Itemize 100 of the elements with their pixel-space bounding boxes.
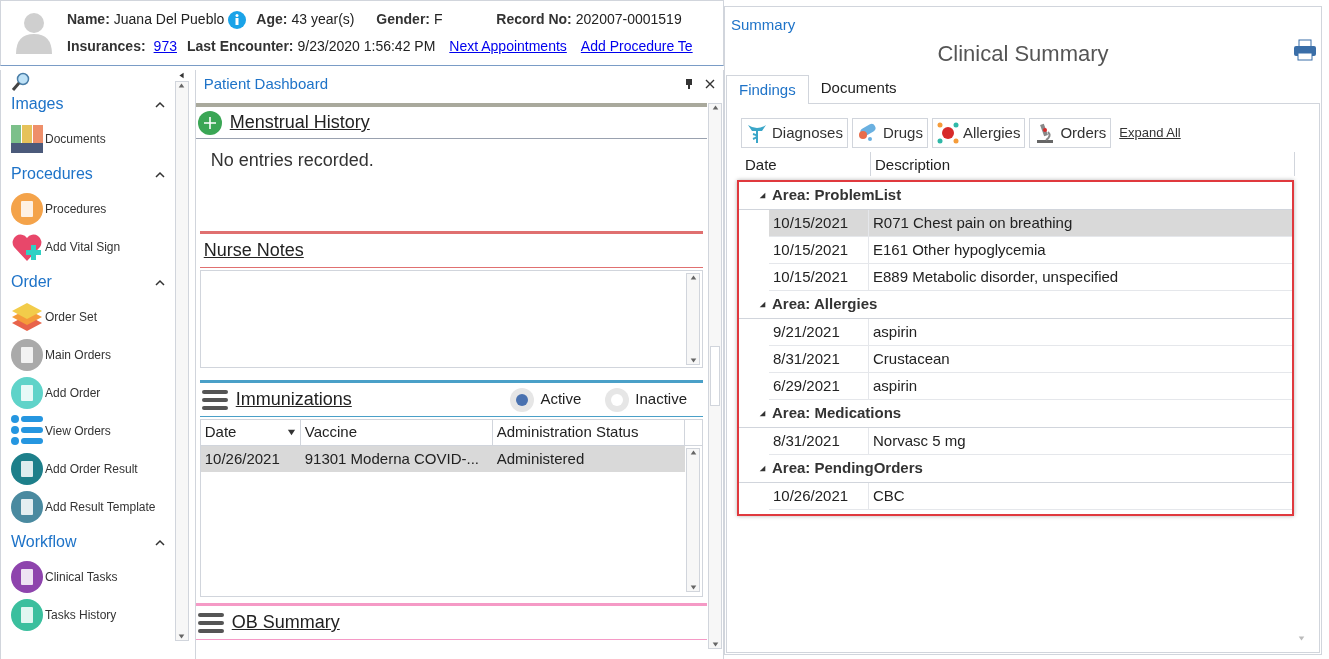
sidebar-item[interactable]: Main Orders: [45, 346, 112, 364]
table-cell-text: E889 Metabolic disorder, unspecified: [872, 266, 1120, 287]
column-header[interactable]: Administration Status: [496, 421, 639, 444]
scrollbar[interactable]: [708, 103, 722, 649]
collapse-icon[interactable]: [154, 100, 165, 108]
sort-icon[interactable]: [286, 428, 296, 437]
table-row[interactable]: 8/31/2021 Crustacean: [769, 346, 1292, 373]
expand-all-link[interactable]: Expand All: [1119, 123, 1181, 143]
collapse-arrow-icon[interactable]: [178, 72, 186, 79]
field-value: Juana Del Pueblo: [113, 10, 225, 29]
table-cell: 6/29/2021: [769, 373, 869, 399]
sidebar-item[interactable]: Documents: [45, 130, 106, 148]
table-row[interactable]: 10/26/2021 91301 Moderna COVID-... Administered: [200, 446, 685, 472]
scroll-down-icon[interactable]: [689, 584, 697, 591]
collapse-icon[interactable]: [154, 278, 165, 286]
field-label: Last Encounter:: [186, 37, 294, 56]
link[interactable]: Add Procedure Te: [580, 36, 693, 57]
collapse-icon[interactable]: [759, 410, 766, 417]
sidebar-item[interactable]: Add Order: [45, 384, 101, 402]
link[interactable]: 973: [153, 36, 177, 57]
sidebar-item[interactable]: Order Set: [45, 308, 98, 326]
pills-icon: [856, 122, 879, 144]
table-cell-text: aspirin: [872, 321, 919, 342]
info-icon[interactable]: [228, 10, 247, 29]
collapse-icon[interactable]: [759, 192, 766, 199]
radio-button[interactable]: [605, 387, 630, 412]
scroll-up-icon[interactable]: [711, 104, 719, 111]
column-header[interactable]: Date: [204, 421, 237, 444]
section-title[interactable]: Menstrual History: [229, 109, 370, 136]
scroll-down-icon[interactable]: [689, 357, 697, 364]
sidebar-item[interactable]: Add Vital Sign: [45, 238, 121, 256]
pin-icon[interactable]: [685, 79, 693, 89]
scroll-down-icon[interactable]: [711, 641, 719, 648]
table-row[interactable]: 10/15/2021 E889 Metabolic disorder, unspecified: [769, 264, 1292, 291]
table-row[interactable]: 10/15/2021 R071 Chest pain on breathing: [769, 210, 1292, 237]
scrollbar[interactable]: [174, 81, 189, 641]
collapse-icon[interactable]: [759, 301, 766, 308]
sidebar-item[interactable]: Add Order Result: [45, 460, 138, 478]
print-icon[interactable]: [1293, 38, 1317, 61]
notes-field[interactable]: [199, 270, 703, 368]
scrollbar[interactable]: [686, 273, 700, 365]
table-cell: 8/31/2021: [769, 346, 869, 372]
table-cell: 10/15/2021: [769, 210, 869, 236]
collapse-icon[interactable]: [154, 170, 165, 178]
table-row[interactable]: 10/15/2021 E161 Other hypoglycemia: [769, 237, 1292, 264]
table-row[interactable]: 6/29/2021 aspirin: [769, 373, 1292, 400]
search-icon[interactable]: [11, 72, 31, 92]
field-value: F: [434, 10, 443, 29]
filter-button[interactable]: Allergies: [931, 118, 1026, 148]
scroll-up-icon[interactable]: [689, 274, 697, 281]
sidebar-item[interactable]: View Orders: [45, 422, 111, 440]
scroll-down-icon[interactable]: [178, 633, 186, 640]
group-title: Area: ProblemList: [772, 185, 902, 206]
table-row[interactable]: 10/26/2021 CBC: [769, 483, 1292, 510]
filter-button[interactable]: Drugs: [851, 118, 928, 148]
collapse-icon[interactable]: [154, 538, 165, 546]
radio-button[interactable]: [510, 387, 535, 412]
add-icon[interactable]: [197, 110, 222, 135]
group-title: Area: PendingOrders: [772, 458, 923, 479]
close-icon[interactable]: [705, 79, 715, 89]
scrollbar[interactable]: [686, 448, 701, 592]
collapse-icon[interactable]: [759, 465, 766, 472]
table-row[interactable]: 8/31/2021 Norvasc 5 mg: [769, 428, 1292, 455]
sidebar-item[interactable]: Procedures: [45, 200, 107, 218]
field-value: 9/23/2020 1:56:42 PM: [297, 37, 436, 56]
section-title[interactable]: Nurse Notes: [203, 237, 304, 264]
column-header[interactable]: Description: [871, 152, 1294, 176]
sidebar-item[interactable]: Add Result Template: [45, 498, 156, 516]
link[interactable]: Next Appointments: [449, 36, 567, 57]
section-title[interactable]: Immunizations: [235, 386, 352, 413]
field-label: Name:: [67, 10, 110, 29]
section-title: Order: [11, 272, 52, 292]
column-header[interactable]: Vaccine: [304, 421, 357, 444]
table-row[interactable]: 9/21/2021 aspirin: [769, 319, 1292, 346]
scroll-up-icon[interactable]: [178, 82, 186, 89]
section-title[interactable]: OB Summary: [231, 609, 340, 636]
scroll-up-icon[interactable]: [689, 449, 697, 456]
table-cell: 8/31/2021: [769, 428, 869, 454]
radio-label[interactable]: Inactive: [635, 388, 687, 411]
group-title: Area: Medications: [772, 403, 902, 424]
menu-icon[interactable]: [201, 389, 228, 410]
panel-title: Summary: [730, 15, 797, 35]
table-cell-text: 10/26/2021: [203, 448, 281, 469]
avatar-icon: [13, 12, 55, 54]
list-icon: [11, 415, 43, 447]
filter-button[interactable]: Diagnoses: [741, 118, 848, 148]
table-cell: 10/15/2021: [769, 264, 869, 290]
section-title: Procedures: [11, 164, 93, 184]
filter-button[interactable]: Orders: [1029, 118, 1112, 148]
radio-label[interactable]: Active: [540, 388, 582, 411]
column-header[interactable]: Date: [741, 152, 871, 176]
tab[interactable]: Documents: [808, 73, 909, 103]
sidebar-item[interactable]: Clinical Tasks: [45, 568, 118, 586]
field-label: Age:: [256, 10, 288, 29]
sidebar-item[interactable]: Tasks History: [45, 606, 117, 624]
scrollbar-thumb[interactable]: [710, 346, 720, 406]
menu-icon[interactable]: [197, 612, 224, 633]
field-value: 202007-0001519: [575, 10, 682, 29]
table-cell: 10/15/2021: [769, 237, 869, 263]
tab[interactable]: Findings: [726, 74, 809, 104]
